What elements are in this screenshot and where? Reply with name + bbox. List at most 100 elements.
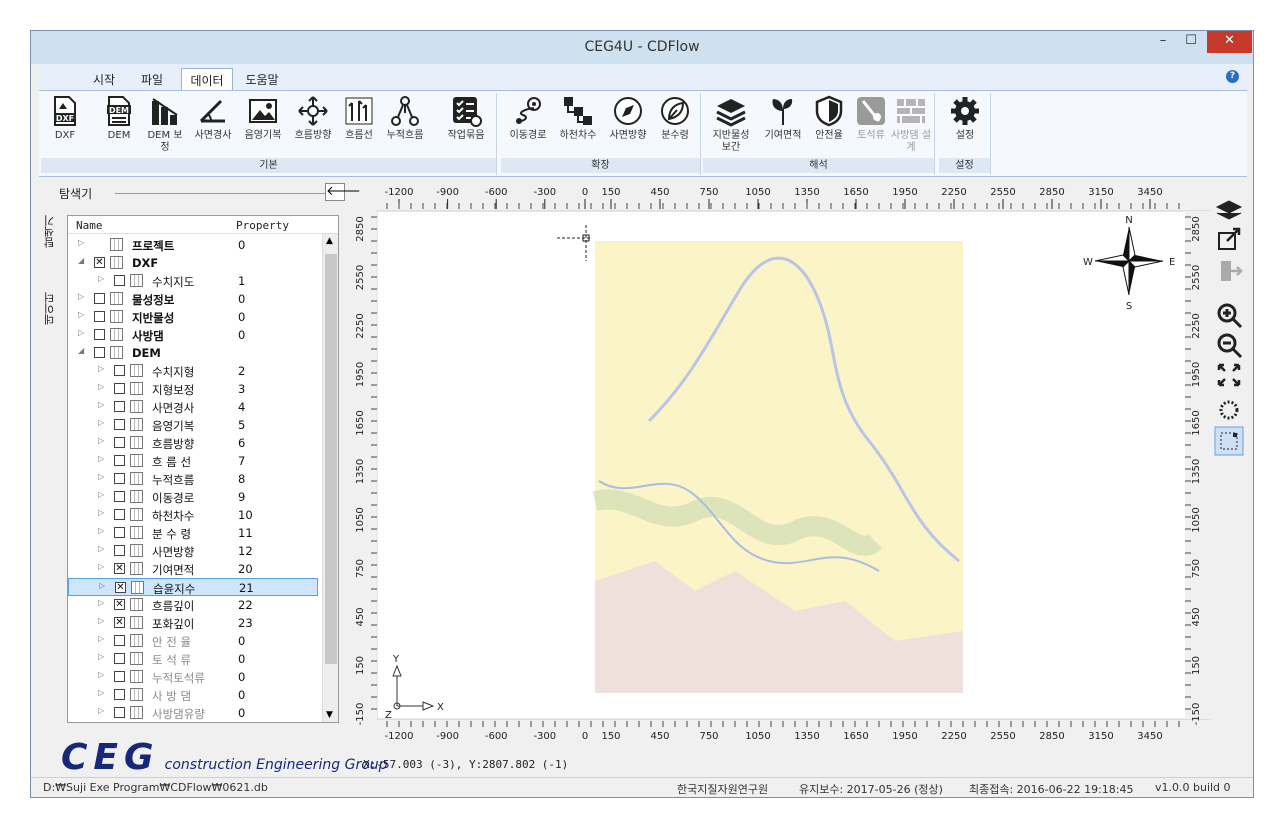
row-checkbox[interactable] bbox=[94, 329, 105, 340]
flowline-button[interactable]: 흐름선 bbox=[339, 95, 379, 142]
menu-start[interactable]: 시작 bbox=[87, 68, 121, 90]
expand-arrow-icon[interactable]: ▷ bbox=[98, 490, 104, 499]
expand-arrow-icon[interactable]: ▷ bbox=[98, 472, 104, 481]
exit-icon[interactable] bbox=[1221, 261, 1243, 281]
maximize-button[interactable]: ☐ bbox=[1181, 31, 1201, 53]
expand-arrow-icon[interactable]: ▷ bbox=[98, 634, 104, 643]
tree-row[interactable]: ▷ 물성정보 0 bbox=[68, 290, 318, 308]
path-button[interactable]: 이동경로 bbox=[505, 95, 551, 142]
row-checkbox[interactable]: ✕ bbox=[115, 582, 126, 593]
collapse-arrow-icon[interactable]: 🡐 bbox=[325, 183, 361, 201]
row-checkbox[interactable] bbox=[94, 293, 105, 304]
expand-arrow-icon[interactable]: ▷ bbox=[98, 436, 104, 445]
expanded-arrow-icon[interactable]: ◢ bbox=[78, 346, 84, 355]
expand-arrow-icon[interactable]: ▷ bbox=[98, 508, 104, 517]
tree-row[interactable]: ▷ 수치지형 2 bbox=[68, 362, 318, 380]
tree-row[interactable]: ▷ ✕ 기여면적 20 bbox=[68, 560, 318, 578]
scroll-down-icon[interactable]: ▼ bbox=[326, 710, 333, 720]
layers-icon[interactable] bbox=[1215, 200, 1243, 220]
row-checkbox[interactable] bbox=[114, 437, 125, 448]
tree-row[interactable]: ▷ 사 방 댐 0 bbox=[68, 686, 318, 704]
tree-row[interactable]: ▷ 누적토석류 0 bbox=[68, 668, 318, 686]
row-checkbox[interactable] bbox=[114, 653, 125, 664]
menu-data[interactable]: 데이터 bbox=[181, 68, 233, 90]
debris-flow-button[interactable]: 토석류 bbox=[851, 95, 891, 142]
dem-button[interactable]: DEM DEM bbox=[99, 95, 139, 142]
accumulation-button[interactable]: 누적흐름 bbox=[381, 95, 429, 142]
tree-row[interactable]: ◢ DEM bbox=[68, 344, 318, 362]
expand-arrow-icon[interactable]: ▷ bbox=[98, 706, 104, 715]
expand-arrow-icon[interactable]: ▷ bbox=[98, 274, 104, 283]
expand-arrow-icon[interactable]: ▷ bbox=[78, 328, 84, 337]
expand-arrow-icon[interactable]: ▷ bbox=[98, 418, 104, 427]
dam-design-button[interactable]: 사방댐 설계 bbox=[891, 95, 931, 154]
tree-row[interactable]: ▷ 사방댐유량 0 bbox=[68, 704, 318, 722]
scroll-thumb[interactable] bbox=[325, 254, 337, 664]
row-checkbox[interactable] bbox=[114, 365, 125, 376]
interpolation-button[interactable]: 지반물성 보간 bbox=[707, 95, 755, 154]
aspect-button[interactable]: 사면방향 bbox=[605, 95, 651, 142]
zoom-in-icon[interactable] bbox=[1217, 303, 1243, 329]
row-checkbox[interactable] bbox=[114, 671, 125, 682]
row-checkbox[interactable] bbox=[114, 635, 125, 646]
expand-arrow-icon[interactable]: ▷ bbox=[98, 400, 104, 409]
row-checkbox[interactable] bbox=[114, 491, 125, 502]
tree-row[interactable]: ▷ 수치지도 1 bbox=[68, 272, 318, 290]
row-checkbox[interactable] bbox=[114, 707, 125, 718]
row-checkbox[interactable] bbox=[114, 509, 125, 520]
expand-arrow-icon[interactable]: ▷ bbox=[98, 598, 104, 607]
dxf-button[interactable]: DXF DXF bbox=[45, 95, 85, 142]
tree-row[interactable]: ▷ 사면방향 12 bbox=[68, 542, 318, 560]
contrib-area-button[interactable]: 기여면적 bbox=[759, 95, 807, 142]
tree-row[interactable]: ▷ 지반물성 0 bbox=[68, 308, 318, 326]
tree-row[interactable]: ▷ 이동경로 9 bbox=[68, 488, 318, 506]
row-checkbox[interactable] bbox=[114, 383, 125, 394]
menu-file[interactable]: 파일 bbox=[135, 68, 169, 90]
row-checkbox[interactable]: ✕ bbox=[114, 563, 125, 574]
row-checkbox[interactable] bbox=[114, 527, 125, 538]
hillshade-button[interactable]: 음영기복 bbox=[239, 95, 287, 142]
expand-arrow-icon[interactable]: ▷ bbox=[78, 238, 84, 247]
tree-row[interactable]: ▷ 하천차수 10 bbox=[68, 506, 318, 524]
scroll-up-icon[interactable]: ▲ bbox=[326, 236, 333, 246]
row-checkbox[interactable] bbox=[114, 455, 125, 466]
expand-arrow-icon[interactable]: ▷ bbox=[98, 544, 104, 553]
expand-arrow-icon[interactable]: ▷ bbox=[98, 652, 104, 661]
help-icon[interactable]: ? bbox=[1226, 70, 1239, 83]
expand-arrow-icon[interactable]: ▷ bbox=[78, 292, 84, 301]
row-checkbox[interactable] bbox=[94, 347, 105, 358]
minimize-button[interactable]: – bbox=[1153, 31, 1173, 53]
batch-button[interactable]: 작업묶음 bbox=[441, 95, 491, 142]
tab-explorer[interactable]: 탐색기 bbox=[39, 211, 61, 252]
export-icon[interactable] bbox=[1218, 227, 1241, 250]
select-frame-icon[interactable] bbox=[1214, 426, 1244, 456]
tree-row[interactable]: ▷ 흐름방향 6 bbox=[68, 434, 318, 452]
expand-arrow-icon[interactable]: ▷ bbox=[99, 581, 105, 590]
safety-button[interactable]: 안전율 bbox=[809, 95, 849, 142]
fit-extent-icon[interactable] bbox=[1217, 363, 1241, 387]
tree-row[interactable]: ▷ 사면경사 4 bbox=[68, 398, 318, 416]
expand-arrow-icon[interactable]: ▷ bbox=[78, 310, 84, 319]
row-checkbox[interactable] bbox=[94, 311, 105, 322]
expand-arrow-icon[interactable]: ▷ bbox=[98, 688, 104, 697]
tree-row[interactable]: ▷ 안 전 율 0 bbox=[68, 632, 318, 650]
row-checkbox[interactable] bbox=[114, 401, 125, 412]
row-checkbox[interactable]: ✕ bbox=[114, 617, 125, 628]
row-checkbox[interactable]: ✕ bbox=[114, 599, 125, 610]
column-property[interactable]: Property bbox=[236, 219, 289, 232]
settings-button[interactable]: 설정 bbox=[945, 95, 985, 142]
expand-arrow-icon[interactable]: ▷ bbox=[98, 616, 104, 625]
close-button[interactable]: ✕ bbox=[1207, 31, 1252, 53]
expand-arrow-icon[interactable]: ▷ bbox=[98, 364, 104, 373]
dem-correct-button[interactable]: DEM 보정 bbox=[145, 95, 185, 154]
row-checkbox[interactable] bbox=[114, 275, 125, 286]
tree-scrollbar[interactable]: ▲ ▼ bbox=[322, 234, 338, 722]
zoom-out-icon[interactable] bbox=[1217, 333, 1243, 359]
expand-arrow-icon[interactable]: ▷ bbox=[98, 670, 104, 679]
tab-data[interactable]: 데이터 bbox=[39, 288, 61, 329]
tree-row[interactable]: ▷ 음영기복 5 bbox=[68, 416, 318, 434]
expand-arrow-icon[interactable]: ▷ bbox=[98, 454, 104, 463]
menu-help[interactable]: 도움말 bbox=[239, 68, 285, 90]
tree-row[interactable]: ▷ 사방댐 0 bbox=[68, 326, 318, 344]
tree-row[interactable]: ▷ ✕ 습윤지수 21 bbox=[68, 578, 318, 596]
